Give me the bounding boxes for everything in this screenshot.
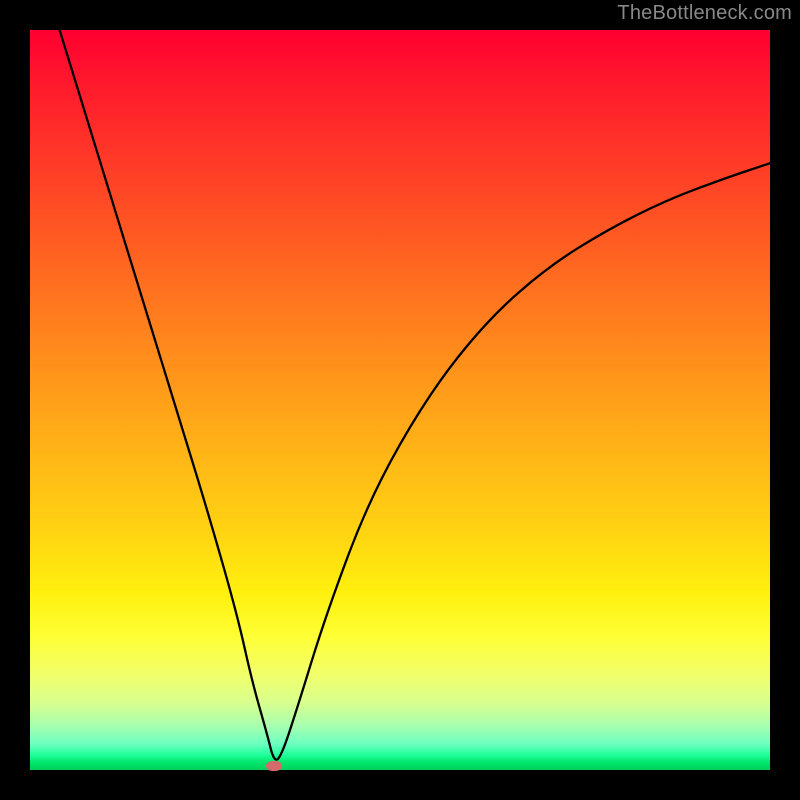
- chart-frame: TheBottleneck.com: [0, 0, 800, 800]
- optimum-marker: [266, 761, 282, 771]
- watermark-text: TheBottleneck.com: [617, 2, 792, 25]
- bottleneck-curve-path: [60, 30, 770, 760]
- plot-area: [30, 30, 770, 770]
- curve-svg: [30, 30, 770, 770]
